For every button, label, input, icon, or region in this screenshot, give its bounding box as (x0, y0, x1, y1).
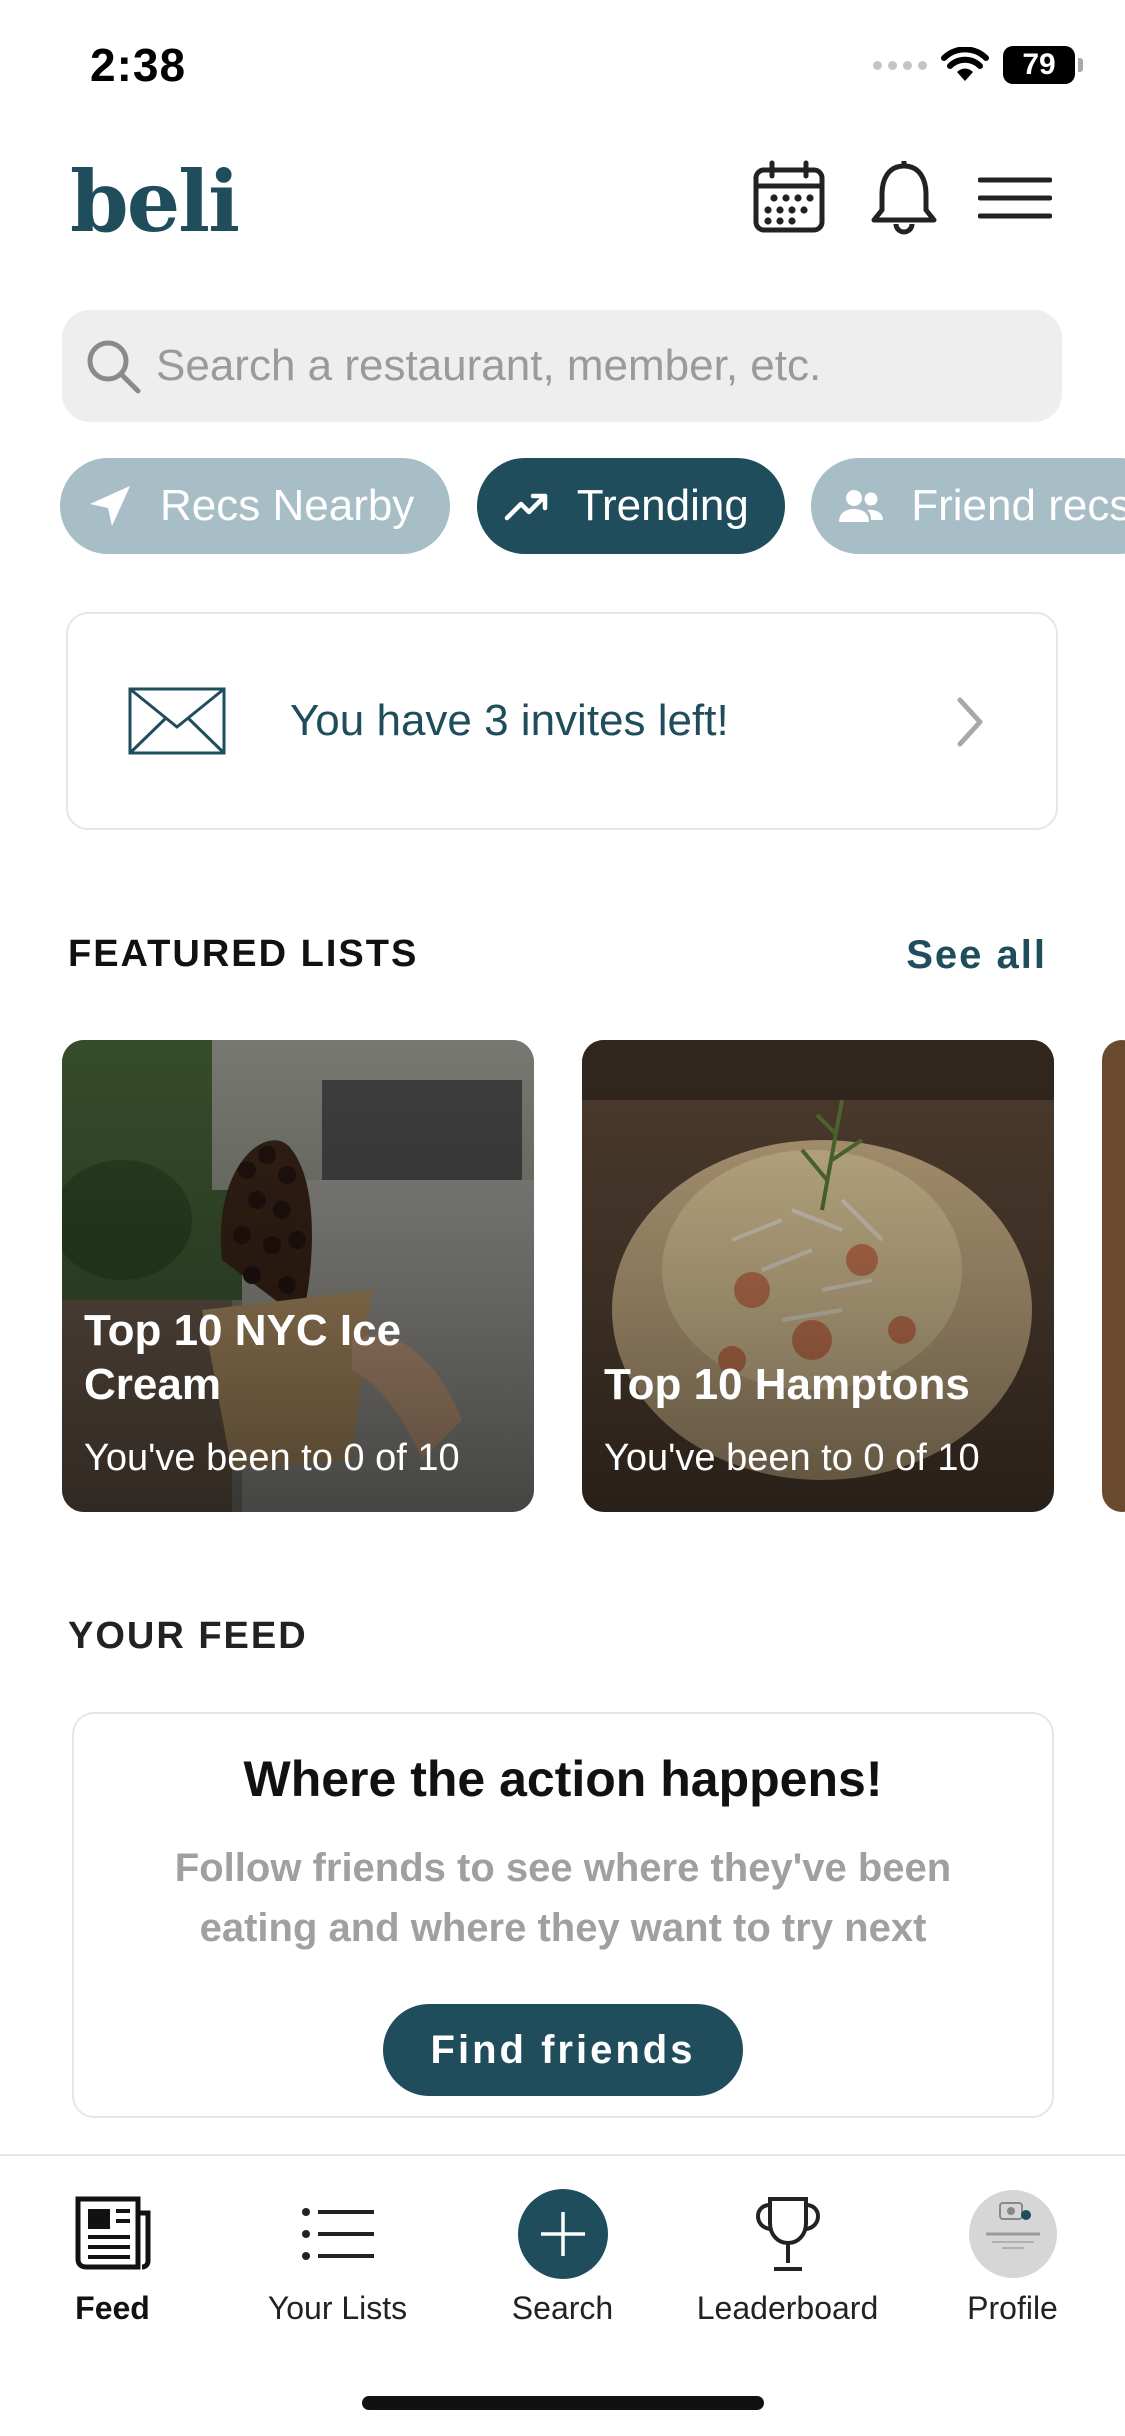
see-all-link[interactable]: See all (906, 933, 1047, 978)
tab-search[interactable]: Search (450, 2186, 675, 2336)
card-title: Top 10 Hamptons (604, 1360, 970, 1409)
tab-label: Profile (967, 2290, 1058, 2326)
tab-feed[interactable]: Feed (0, 2186, 225, 2336)
card-title: Top 10 NYC Ice Cream (84, 1306, 402, 1409)
tab-leaderboard[interactable]: Leaderboard (675, 2186, 900, 2336)
tab-bar: Feed Your Lists Search Leaderboard Profi… (0, 2154, 1125, 2436)
tab-label: Feed (75, 2290, 150, 2326)
trending-icon (503, 482, 551, 530)
tab-label: Your Lists (267, 2290, 408, 2326)
bell-icon[interactable] (866, 160, 942, 236)
chevron-right-icon (957, 697, 983, 747)
location-arrow-icon (86, 482, 134, 530)
chip-friend-recs[interactable]: Friend recs (811, 458, 1125, 554)
featured-card-hamptons[interactable]: Top 10 Hamptons You've been to 0 of 10 (582, 1040, 1054, 1512)
calendar-icon[interactable] (752, 160, 828, 236)
chip-label: Trending (576, 481, 749, 530)
search-bar[interactable] (62, 310, 1062, 422)
feed-card-title: Where the action happens! (243, 1751, 883, 1807)
chip-recs-nearby[interactable]: Recs Nearby (60, 458, 451, 554)
featured-card-ice-cream[interactable]: Top 10 NYC Ice Cream You've been to 0 of… (62, 1040, 534, 1512)
chip-label: Friend recs (911, 481, 1125, 530)
chip-label: Recs Nearby (160, 481, 415, 530)
wifi-icon (941, 47, 989, 81)
featured-lists-carousel: Top 10 NYC Ice Cream You've been to 0 of… (62, 1040, 1125, 1512)
featured-card-peek[interactable] (1102, 1040, 1125, 1512)
tab-profile[interactable]: Profile (900, 2186, 1125, 2336)
app-logo: beli (70, 152, 240, 251)
add-icon (450, 2186, 675, 2282)
featured-lists-title: FEATURED LISTS (68, 933, 419, 975)
invite-text: You have 3 invites left! (290, 696, 729, 745)
home-indicator (362, 2396, 764, 2410)
tab-label: Leaderboard (696, 2290, 879, 2326)
list-icon (225, 2186, 450, 2282)
your-feed-title: YOUR FEED (68, 1615, 308, 1657)
tab-your-lists[interactable]: Your Lists (225, 2186, 450, 2336)
card-subtitle: You've been to 0 of 10 (604, 1437, 980, 1479)
people-icon (837, 482, 885, 530)
feed-card-description: Follow friends to see where they've been… (174, 1846, 952, 1950)
find-friends-button[interactable]: Find friends (383, 2004, 743, 2096)
status-indicators: 79 (873, 46, 1083, 84)
trophy-icon (675, 2186, 900, 2282)
avatar (900, 2186, 1125, 2282)
newspaper-icon (0, 2186, 225, 2282)
menu-icon[interactable] (977, 160, 1053, 236)
feed-empty-card: Where the action happens! Follow friends… (72, 1712, 1054, 2118)
search-input[interactable] (156, 341, 1036, 391)
envelope-icon (128, 687, 226, 755)
battery-icon: 79 (1003, 46, 1083, 84)
signal-icon (873, 60, 927, 70)
status-time: 2:38 (90, 39, 187, 91)
search-icon (87, 340, 141, 394)
chip-trending[interactable]: Trending (476, 458, 785, 554)
card-subtitle: You've been to 0 of 10 (84, 1437, 460, 1479)
filter-chips: Recs Nearby Trending Friend recs (60, 458, 1125, 556)
tab-label: Search (511, 2290, 614, 2326)
invite-card[interactable]: You have 3 invites left! (66, 612, 1058, 830)
status-bar: 2:38 79 (0, 0, 1125, 140)
